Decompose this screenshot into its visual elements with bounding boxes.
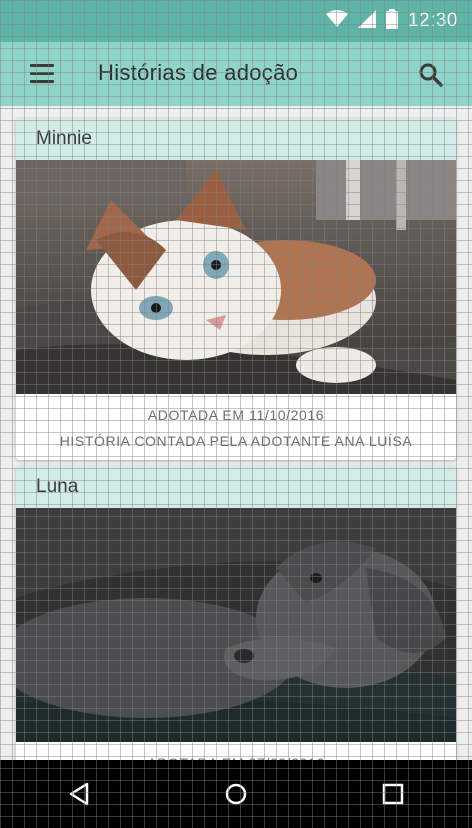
back-icon[interactable] <box>49 764 109 824</box>
recents-icon[interactable] <box>363 764 423 824</box>
dog-photo <box>16 508 456 742</box>
home-icon[interactable] <box>206 764 266 824</box>
battery-icon <box>385 8 398 34</box>
status-time: 12:30 <box>407 10 458 31</box>
story-name: Minnie <box>16 118 456 160</box>
navigation-bar <box>0 760 472 828</box>
story-teller: HISTÓRIA CONTADA PELA ADOTANTE ANA LUÍSA <box>59 433 413 449</box>
adoption-date: ADOTADA EM 11/10/2016 <box>147 407 325 423</box>
search-icon[interactable] <box>418 62 444 88</box>
signal-icon <box>357 9 376 33</box>
adoption-date: ADOTADA EM 07/09/2016 <box>16 750 456 760</box>
status-bar: 12:30 <box>0 0 472 42</box>
app-bar: Histórias de adoção <box>0 42 472 106</box>
story-name: Luna <box>16 466 456 508</box>
story-list[interactable]: Minnie ADOTADA EM 11/10/2016 HISTÓRIA CO… <box>0 106 472 760</box>
screen: 12:30 Histórias de adoção Minnie ADOTADA… <box>0 0 472 828</box>
menu-icon[interactable] <box>30 64 54 84</box>
wifi-icon <box>325 9 348 33</box>
story-meta: ADOTADA EM 07/09/2016 <box>16 742 456 760</box>
story-card[interactable]: Luna <box>16 466 456 760</box>
cat-photo <box>16 160 456 394</box>
page-title: Histórias de adoção <box>98 60 299 85</box>
story-card[interactable]: Minnie ADOTADA EM 11/10/2016 HISTÓRIA CO… <box>16 118 456 460</box>
story-meta: ADOTADA EM 11/10/2016 HISTÓRIA CONTADA P… <box>16 394 456 460</box>
